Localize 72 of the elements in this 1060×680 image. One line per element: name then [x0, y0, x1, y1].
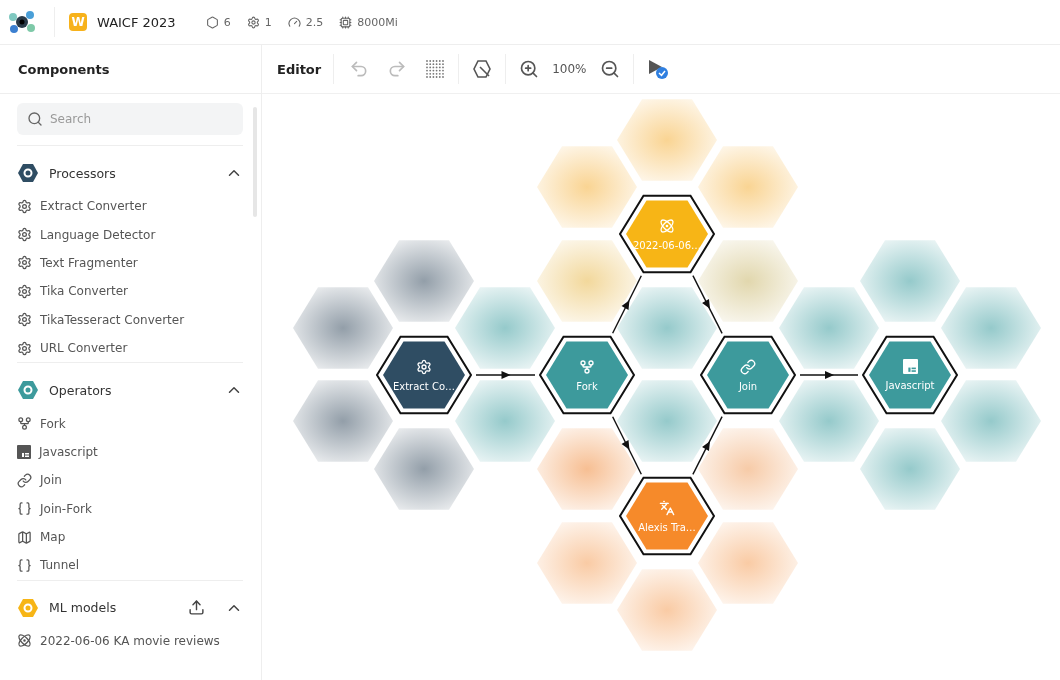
gear-icon [416, 358, 432, 375]
node-label: Fork [576, 380, 598, 392]
gear-icon [17, 255, 32, 271]
gear-icon [17, 198, 32, 214]
component-item[interactable]: Join-Fork [40, 501, 92, 516]
component-item[interactable]: Extract Converter [40, 199, 147, 214]
node-label: 2022-06-06… [632, 239, 702, 251]
component-item[interactable]: 2022-06-06 KA movie reviews [40, 633, 220, 648]
grid-icon [425, 59, 446, 79]
gear-icon [17, 227, 32, 243]
connector-arrow [611, 275, 643, 334]
node-label: Alexis Tra… [638, 521, 696, 533]
fork-icon [579, 358, 595, 375]
hexagon-wand-icon [472, 59, 493, 79]
hexagon-icon [17, 596, 39, 619]
link-icon [17, 472, 32, 488]
atom-icon [659, 217, 675, 234]
redo-icon [387, 59, 408, 79]
stat-value: 2.5 [305, 15, 324, 29]
gear-icon [17, 312, 32, 328]
script-icon [17, 444, 31, 459]
chip-icon [339, 15, 353, 29]
connector-arrow [611, 416, 643, 475]
search-icon [27, 111, 43, 127]
hexagon-icon [17, 379, 39, 402]
project-badge: W [69, 13, 87, 31]
braces-icon [17, 558, 32, 573]
editor-title: Editor [277, 54, 335, 84]
node-label: Javascript [885, 380, 935, 391]
gear-icon [17, 340, 32, 356]
stat-value: 6 [223, 15, 231, 29]
zoom-in-icon [519, 59, 540, 79]
component-item[interactable]: Tika Converter [40, 284, 128, 299]
section-title: Processors [49, 165, 117, 181]
hexagon-icon [205, 15, 219, 29]
node-label: Extract Co… [392, 380, 456, 392]
braces-icon [17, 501, 32, 517]
component-item[interactable]: Tunnel [40, 558, 80, 573]
gear-icon [17, 283, 32, 299]
section-title: ML models [49, 600, 118, 616]
connector-arrow [475, 371, 536, 379]
component-item[interactable]: Join [40, 473, 62, 488]
map-icon [17, 529, 32, 545]
connector-arrow [692, 274, 723, 335]
translate-icon [659, 499, 675, 516]
atom-icon [17, 633, 32, 649]
component-item[interactable]: TikaTesseract Converter [40, 312, 185, 327]
upload-icon[interactable] [188, 599, 205, 617]
search-field[interactable]: Search [17, 103, 243, 135]
component-item[interactable]: Javascript [39, 444, 98, 459]
component-item[interactable]: Text Fragmenter [40, 255, 138, 270]
component-item[interactable]: Fork [40, 416, 66, 431]
connector-arrow [799, 371, 859, 379]
hexagon-icon [17, 162, 39, 184]
stat-value: 8000Mi [357, 15, 398, 29]
zoom-out-icon [599, 59, 620, 79]
panel-title: Components [18, 61, 110, 77]
logo-icon [8, 9, 36, 35]
zoom-level: 100% [551, 62, 588, 76]
stat-value: 1 [264, 15, 272, 29]
node-label: Join [738, 380, 758, 392]
component-item[interactable]: URL Converter [40, 341, 128, 356]
play-check-icon [646, 58, 669, 80]
project-title: WAICF 2023 [97, 14, 176, 30]
link-icon [740, 358, 756, 375]
fork-icon [17, 416, 32, 432]
section-title: Operators [49, 382, 113, 398]
component-item[interactable]: Map [40, 530, 66, 545]
component-item[interactable]: Language Detector [40, 227, 156, 242]
gear-icon [246, 15, 260, 29]
connector-arrow [692, 415, 723, 476]
gauge-icon [287, 15, 301, 29]
